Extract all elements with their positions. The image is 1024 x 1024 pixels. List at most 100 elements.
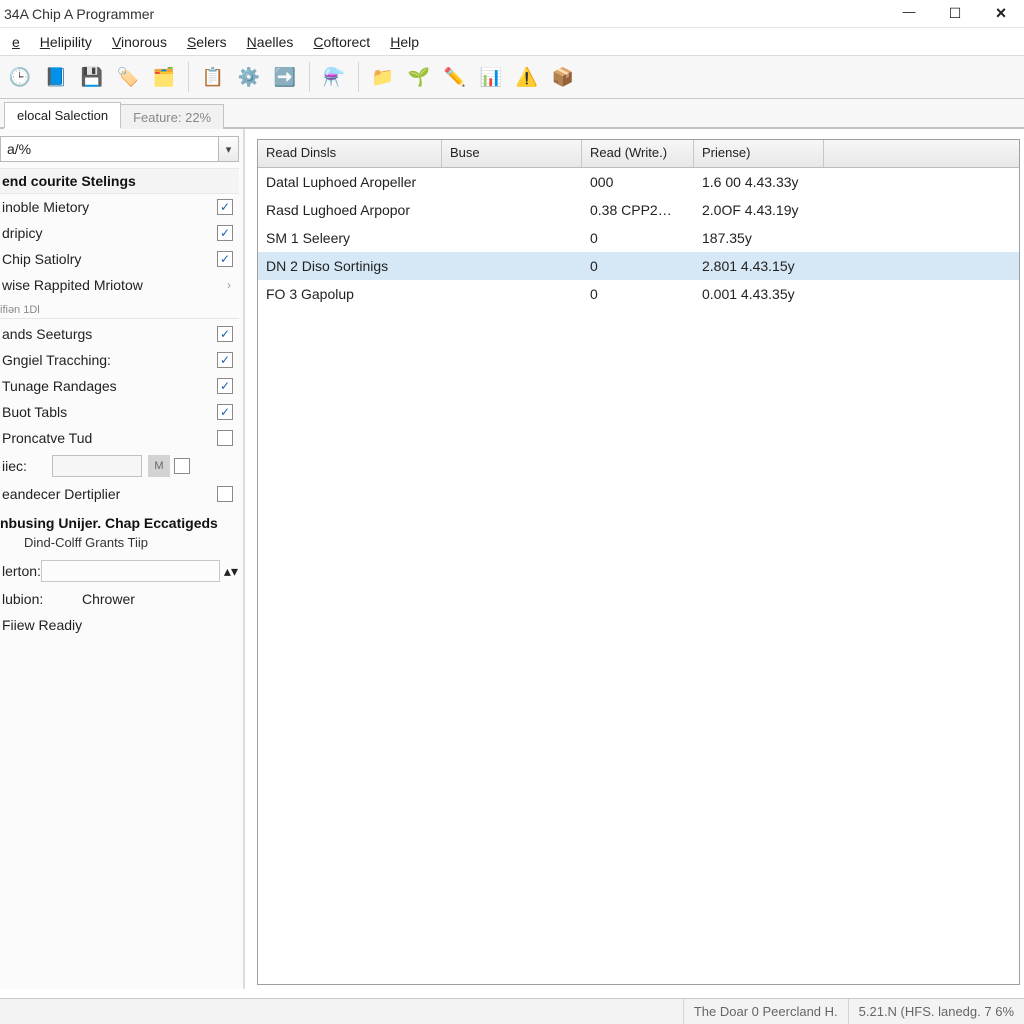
- menu-helipility[interactable]: Helipility: [30, 31, 102, 53]
- tag-icon[interactable]: 🏷️: [112, 61, 144, 93]
- panel-icon[interactable]: 📘: [40, 61, 72, 93]
- window-title: 34A Chip A Programmer: [4, 6, 154, 22]
- toolbar-separator: [188, 62, 189, 92]
- table-row[interactable]: DN 2 Diso Sortinigs02.801 4.43.15y: [258, 252, 1019, 280]
- checkbox[interactable]: [217, 251, 233, 267]
- sidebar-iiec-row: iiec: M: [0, 451, 239, 481]
- menu-vinorous[interactable]: Vinorous: [102, 31, 177, 53]
- sidebar-item: Chip Satiolry: [0, 246, 239, 272]
- column-header[interactable]: Buse: [442, 140, 582, 167]
- calendar-check-icon[interactable]: 📋: [197, 61, 229, 93]
- lerton-spinner[interactable]: ▴▾: [224, 563, 238, 580]
- sidebar-fiew-field: Fiiew Readiy: [0, 612, 239, 638]
- menu-e[interactable]: e: [2, 31, 30, 53]
- table-cell: SM 1 Seleery: [258, 230, 442, 246]
- table-cell: 2.801 4.43.15y: [694, 258, 824, 274]
- sidebar-sublabel: Dind-Colff Grants Tiip: [0, 533, 239, 556]
- sidebar-subheader: nbusing Unijer. Chap Eccatigeds: [0, 507, 239, 533]
- table-row[interactable]: FO 3 Gapolup00.001 4.43.35y: [258, 280, 1019, 308]
- column-header[interactable]: Priense): [694, 140, 824, 167]
- sidebar-item-label: dripicy: [2, 225, 217, 241]
- table-cell: 000: [582, 174, 694, 190]
- chevron-down-icon: [218, 137, 238, 161]
- iiec-field[interactable]: [52, 455, 142, 477]
- sidebar-item: Tunage Randages: [0, 373, 239, 399]
- warning-icon[interactable]: ⚠️: [511, 61, 543, 93]
- dertiplier-checkbox[interactable]: [217, 486, 233, 502]
- sidebar-separator: ifiən 1Dl: [0, 304, 239, 319]
- lubon-value: Chrower: [82, 591, 135, 607]
- content-pane: Read DinslsBuseRead (Write.)Priense) Dat…: [244, 129, 1024, 989]
- table-cell: 187.35y: [694, 230, 824, 246]
- chart-icon[interactable]: 📊: [475, 61, 507, 93]
- new-window-icon[interactable]: 🗂️: [148, 61, 180, 93]
- table-row[interactable]: Datal Luphoed Aropeller 0001.6 00 4.43.33…: [258, 168, 1019, 196]
- table-cell: 1.6 00 4.43.33y: [694, 174, 824, 190]
- main: a/% end courite Stelings inoble Mietory d…: [0, 129, 1024, 989]
- box-icon[interactable]: 📦: [547, 61, 579, 93]
- grid-header: Read DinslsBuseRead (Write.)Priense): [258, 140, 1019, 168]
- sidebar-rappid-row[interactable]: wise Rappited Mriotow ›: [0, 272, 239, 298]
- menu-selers[interactable]: Selers: [177, 31, 237, 53]
- type-select[interactable]: a/%: [0, 136, 239, 162]
- table-cell: FO 3 Gapolup: [258, 286, 442, 302]
- window-buttons: [886, 0, 1024, 28]
- leaf-icon[interactable]: 🌱: [403, 61, 435, 93]
- sidebar-section-header: end courite Stelings: [0, 168, 239, 194]
- table-cell: DN 2 Diso Sortinigs: [258, 258, 442, 274]
- checkbox[interactable]: [217, 352, 233, 368]
- sidebar-item-label: Proncatve Tud: [2, 430, 217, 446]
- table-cell: Rasd Lughoed Arpopor: [258, 202, 442, 218]
- disk-icon[interactable]: 💾: [76, 61, 108, 93]
- iiec-checkbox[interactable]: [174, 458, 190, 474]
- minimize-button[interactable]: [886, 0, 932, 28]
- lerton-input[interactable]: [41, 560, 220, 582]
- sidebar-dertiplier-row: eandecer Dertiplier: [0, 481, 239, 507]
- column-header[interactable]: Read (Write.): [582, 140, 694, 167]
- sidebar-item: dripicy: [0, 220, 239, 246]
- checkbox[interactable]: [217, 225, 233, 241]
- folder-gear-icon[interactable]: 📁: [367, 61, 399, 93]
- funnel-icon[interactable]: ⚗️: [318, 61, 350, 93]
- sidebar: a/% end courite Stelings inoble Mietory d…: [0, 129, 244, 989]
- sidebar-item: ands Seeturgs: [0, 321, 239, 347]
- menubar: eHelipilityVinorousSelersNaellesCoftorec…: [0, 28, 1024, 56]
- sidebar-lerton-field: lerton: ▴▾: [0, 556, 239, 586]
- checkbox[interactable]: [217, 378, 233, 394]
- arrow-icon[interactable]: ➡️: [269, 61, 301, 93]
- table-cell: 0: [582, 286, 694, 302]
- sidebar-iiec-label: iiec:: [2, 458, 52, 474]
- maximize-button[interactable]: [932, 0, 978, 28]
- checkbox[interactable]: [217, 404, 233, 420]
- table-cell: 0.38 CPP2…: [582, 202, 694, 218]
- sidebar-item-label: ands Seeturgs: [2, 326, 217, 342]
- wand-icon[interactable]: ✏️: [439, 61, 471, 93]
- statusbar-cell-2: 5.21.N (HFS. lanedg. 7 6%: [848, 999, 1024, 1024]
- tab-feature[interactable]: Feature: 22%: [120, 104, 224, 129]
- tab-selection[interactable]: elocal Salection: [4, 102, 121, 129]
- column-header[interactable]: Read Dinsls: [258, 140, 442, 167]
- menu-help[interactable]: Help: [380, 31, 429, 53]
- toolbar-separator: [309, 62, 310, 92]
- sidebar-item: Buot Tabls: [0, 399, 239, 425]
- sidebar-item-label: inoble Mietory: [2, 199, 217, 215]
- data-grid: Read DinslsBuseRead (Write.)Priense) Dat…: [257, 139, 1020, 985]
- grid-body: Datal Luphoed Aropeller 0001.6 00 4.43.33…: [258, 168, 1019, 984]
- chevron-right-icon: ›: [227, 278, 231, 292]
- clock-icon[interactable]: 🕒: [4, 61, 36, 93]
- checkbox[interactable]: [217, 326, 233, 342]
- lerton-label: lerton:: [2, 563, 41, 579]
- fiew-label: Fiiew Readiy: [2, 617, 82, 633]
- table-cell: Datal Luphoed Aropeller: [258, 174, 442, 190]
- close-button[interactable]: [978, 0, 1024, 28]
- gear-refresh-icon[interactable]: ⚙️: [233, 61, 265, 93]
- toolbar: 🕒📘💾🏷️🗂️ 📋⚙️➡️ ⚗️ 📁🌱✏️📊⚠️📦: [0, 56, 1024, 99]
- sidebar-item-label: Tunage Randages: [2, 378, 217, 394]
- menu-coftorect[interactable]: Coftorect: [303, 31, 380, 53]
- checkbox[interactable]: [217, 430, 233, 446]
- checkbox[interactable]: [217, 199, 233, 215]
- table-row[interactable]: Rasd Lughoed Arpopor0.38 CPP2…2.0OF 4.43…: [258, 196, 1019, 224]
- menu-naelles[interactable]: Naelles: [237, 31, 304, 53]
- table-row[interactable]: SM 1 Seleery0187.35y: [258, 224, 1019, 252]
- sidebar-lubon-field: lubion: Chrower: [0, 586, 239, 612]
